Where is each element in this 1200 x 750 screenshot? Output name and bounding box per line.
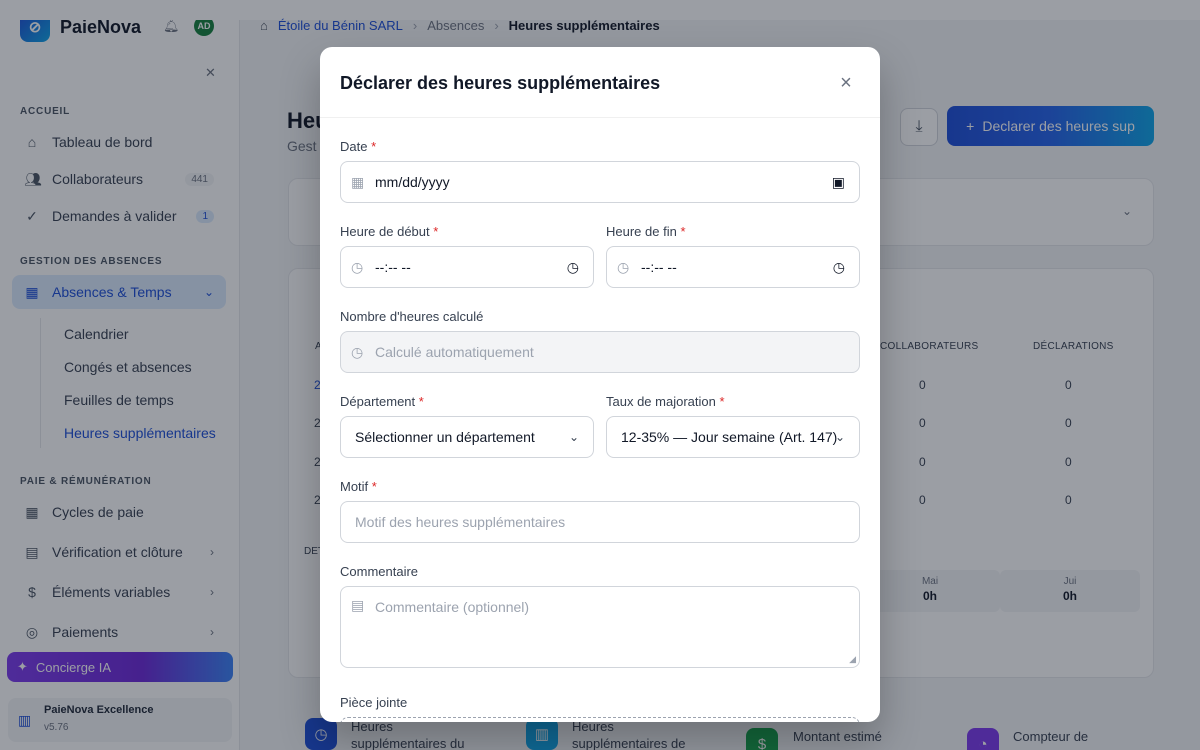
calendar-icon: ▦ (351, 173, 365, 190)
hours-label: Nombre d'heures calculé (340, 309, 484, 324)
close-icon[interactable]: × (834, 71, 858, 95)
modal-header: Déclarer des heures supplémentaires × (320, 47, 880, 118)
date-label: Date * (340, 139, 377, 154)
comment-label: Commentaire (340, 564, 419, 579)
end-time-value: --:-- -- (641, 259, 677, 275)
modal-title: Déclarer des heures supplémentaires (340, 73, 661, 93)
department-select[interactable]: Sélectionner un département ⌄ (340, 416, 594, 458)
clock-icon: ◷ (351, 343, 364, 360)
file-text-icon: ▤ (351, 597, 365, 613)
date-input[interactable]: ▦ mm/dd/yyyy ▣ (340, 161, 860, 203)
chevron-down-icon: ⌄ (568, 430, 579, 444)
rate-select[interactable]: 12-35% — Jour semaine (Art. 147) ⌄ (606, 416, 860, 458)
hours-placeholder: Calculé automatiquement (375, 344, 534, 360)
department-label: Département * (340, 394, 424, 409)
rate-value: 12-35% — Jour semaine (Art. 147) (621, 429, 838, 445)
start-time-input[interactable]: ◷ --:-- -- ◷ (340, 246, 594, 288)
comment-textarea[interactable]: ▤ Commentaire (optionnel) ◢ (340, 586, 860, 668)
clock-picker-icon[interactable]: ◷ (833, 259, 845, 276)
reason-label: Motif * (340, 479, 377, 494)
start-time-label: Heure de début * (340, 224, 439, 239)
department-value: Sélectionner un département (355, 429, 535, 445)
end-time-input[interactable]: ◷ --:-- -- ◷ (606, 246, 860, 288)
clock-picker-icon[interactable]: ◷ (567, 259, 579, 276)
date-value: mm/dd/yyyy (375, 174, 450, 190)
comment-placeholder: Commentaire (optionnel) (375, 599, 530, 615)
reason-placeholder: Motif des heures supplémentaires (355, 514, 566, 530)
declare-overtime-modal: Déclarer des heures supplémentaires × Da… (320, 47, 880, 722)
attachment-label: Pièce jointe (340, 695, 408, 710)
clock-icon: ◷ (617, 258, 630, 275)
attachment-dropzone[interactable] (340, 717, 860, 722)
chevron-down-icon: ⌄ (834, 430, 845, 444)
resize-handle[interactable]: ◢ (849, 654, 856, 665)
clock-icon: ◷ (351, 258, 364, 275)
calendar-picker-icon[interactable]: ▣ (832, 174, 845, 191)
rate-label: Taux de majoration * (606, 394, 725, 409)
start-time-value: --:-- -- (375, 259, 411, 275)
end-time-label: Heure de fin * (606, 224, 686, 239)
hours-calculated-field: ◷ Calculé automatiquement (340, 331, 860, 373)
reason-input[interactable]: Motif des heures supplémentaires (340, 501, 860, 543)
